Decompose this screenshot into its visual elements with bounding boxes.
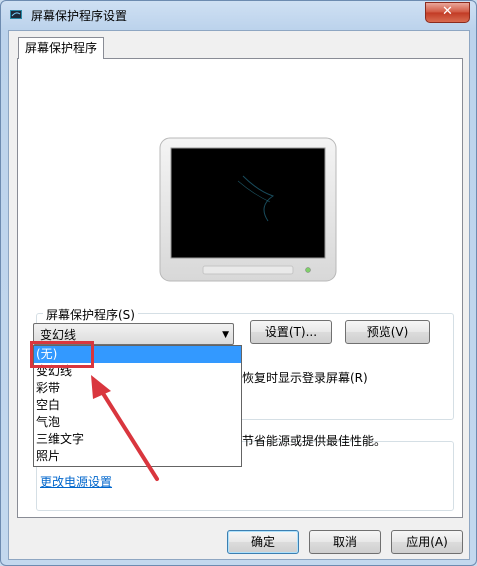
close-button[interactable]: ✕ (425, 2, 470, 23)
screensaver-select-value: 变幻线 (40, 328, 77, 342)
settings-button[interactable]: 设置(T)... (250, 320, 332, 344)
screensaver-group-label: 屏幕保护程序(S) (43, 306, 138, 323)
resume-login-checkbox-label[interactable]: 恢复时显示登录屏幕(R) (242, 369, 368, 386)
apply-button[interactable]: 应用(A) (391, 530, 463, 554)
window-title: 屏幕保护程序设置 (31, 9, 128, 23)
annotation-highlight-box (30, 341, 94, 368)
screensaver-app-icon (10, 10, 22, 19)
close-icon: ✕ (442, 4, 453, 19)
annotation-arrow (91, 375, 159, 481)
title-bar[interactable]: 屏幕保护程序设置 ✕ (1, 1, 476, 29)
tab-screensaver[interactable]: 屏幕保护程序 (18, 37, 105, 59)
monitor-image (159, 137, 337, 282)
preview-button[interactable]: 预览(V) (345, 320, 430, 344)
cancel-button[interactable]: 取消 (309, 530, 381, 554)
dropdown-arrow-icon: ▼ (222, 330, 229, 340)
power-description: 节省能源或提供最佳性能。 (242, 434, 387, 448)
ok-button[interactable]: 确定 (227, 530, 299, 554)
